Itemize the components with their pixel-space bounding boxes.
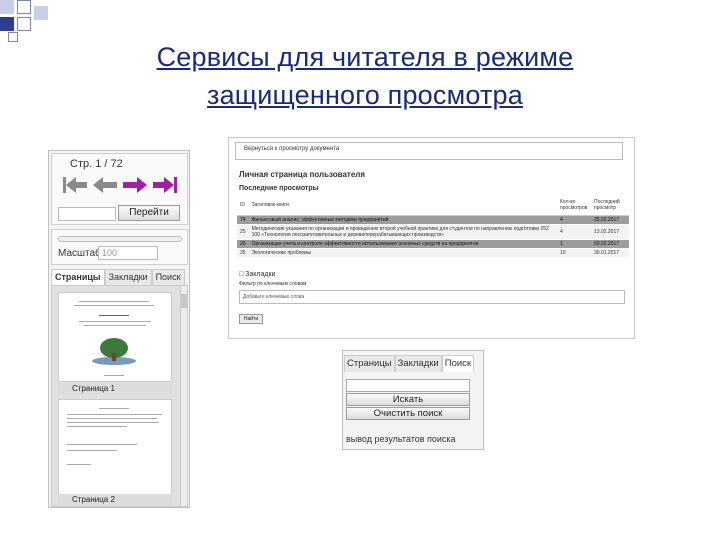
thumbnail-scrollbar[interactable] (180, 286, 187, 506)
decor-square (17, 17, 31, 31)
thumb-text-line (67, 422, 159, 423)
column-header: Заголовок книги (248, 195, 557, 216)
search-tabs: Страницы Закладки Поиск (344, 355, 475, 372)
tab-search[interactable]: Поиск (441, 355, 475, 372)
table-cell-title: Финансовый анализ: эффективные методики … (248, 215, 557, 225)
slide-title-line: Сервисы для читателя в режиме (156, 42, 574, 72)
thumb-text-line (79, 301, 149, 302)
prev-page-icon[interactable] (92, 174, 118, 196)
thumb-text-line (67, 450, 117, 451)
document-viewer-panel: Стр. 1 / 72 Перейти Масштаб: 100 Страниц (48, 150, 190, 508)
table-row[interactable]: 26 Организация учета и контроля эффективн… (237, 239, 629, 249)
tab-pages[interactable]: Страницы (344, 355, 395, 372)
table-cell-count: 4 (557, 215, 591, 225)
table-cell-title: Экологические проблемы (248, 248, 557, 258)
tab-search[interactable]: Поиск (151, 269, 185, 285)
table-cell-id: 35 (237, 248, 249, 258)
thumb-text-line (74, 305, 154, 306)
page-indicator: Стр. 1 / 72 (70, 158, 123, 170)
tab-bookmarks[interactable]: Закладки (394, 355, 442, 372)
zoom-slider[interactable] (58, 236, 182, 242)
thumb-text-line (84, 325, 146, 326)
zoom-box: Масштаб: 100 (51, 229, 188, 265)
tab-bookmarks[interactable]: Закладки (104, 269, 152, 285)
decor-square (34, 6, 48, 20)
bookmarks-filter-label: Фильтр по ключевым словам (239, 281, 307, 287)
thumb-text-line (67, 414, 162, 415)
page-navigation (62, 174, 178, 200)
bookmarks-filter-input[interactable]: Добавьте ключевые слова (239, 290, 625, 304)
search-input[interactable] (346, 379, 470, 392)
clear-search-button[interactable]: Очистить поиск (346, 407, 470, 420)
table-cell-date: 03.02.2017 (591, 239, 629, 249)
thumb-text-line (67, 418, 157, 419)
thumbnail-list: Страница 1 Страница 2 (51, 285, 188, 507)
thumbnail-caption: Страница 2 (58, 494, 172, 506)
table-cell-title: Методические указания по организации и п… (248, 224, 557, 240)
tab-pages[interactable]: Страницы (51, 269, 105, 285)
slide-title-line: защищенного просмотра (207, 80, 523, 110)
go-button[interactable]: Перейти (118, 205, 180, 221)
table-cell-date: 30.01.2017 (591, 248, 629, 258)
personal-page-panel: Вернуться к просмотру документа Личная с… (228, 137, 635, 339)
table-cell-title: Организация учета и контроля эффективнос… (248, 239, 557, 249)
recent-views-heading: Последние просмотры (239, 185, 319, 192)
thumb-text-line (99, 408, 129, 409)
table-row[interactable]: 25 Методические указания по организации и… (237, 224, 629, 240)
table-row[interactable]: 35 Экологические проблемы 10 30.01.2017 (237, 248, 629, 258)
next-page-icon[interactable] (122, 174, 148, 196)
first-page-icon[interactable] (62, 174, 88, 196)
thumb-text-line (67, 444, 137, 445)
decor-square (17, 0, 31, 14)
page-title: Личная страница пользователя (239, 170, 366, 179)
search-button[interactable]: Искать (346, 393, 470, 406)
viewer-tabs: Страницы Закладки Поиск (51, 269, 188, 285)
decor-square (0, 0, 14, 14)
breadcrumb: Вернуться к просмотру документа (235, 142, 623, 160)
thumb-text-line (67, 426, 127, 427)
zoom-input[interactable]: 100 (98, 246, 158, 260)
last-page-icon[interactable] (152, 174, 178, 196)
column-header: Кол-во просмотров (557, 195, 591, 216)
table-cell-id: 74 (237, 215, 249, 225)
table-cell-id: 25 (237, 224, 249, 240)
search-panel: Страницы Закладки Поиск Искать Очистить … (342, 350, 484, 450)
page-thumbnail[interactable] (58, 399, 172, 495)
table-cell-date: 25.02.2017 (591, 215, 629, 225)
table-cell-count: 4 (557, 224, 591, 240)
decor-square (8, 32, 18, 42)
thumbnail-caption: Страница 1 (58, 383, 172, 395)
zoom-label: Масштаб: (58, 248, 104, 259)
page-thumbnail[interactable] (58, 292, 172, 382)
slide-title: Сервисы для читателя в режиме защищенног… (60, 38, 670, 114)
decor-square (0, 17, 14, 31)
table-cell-count: 10 (557, 248, 591, 258)
navigation-box: Стр. 1 / 72 Перейти (51, 153, 188, 225)
table-row[interactable]: 74 Финансовый анализ: эффективные методик… (237, 215, 629, 225)
search-results-label: вывод результатов поиска (346, 434, 456, 444)
table-cell-id: 26 (237, 239, 249, 249)
column-header: ID (237, 195, 249, 216)
thumb-text-line (104, 375, 124, 376)
scrollbar-thumb[interactable] (181, 294, 187, 308)
column-header: Последний просмотр (591, 195, 629, 216)
thumb-text-line (67, 464, 91, 465)
recent-views-table: ID Заголовок книги Кол-во просмотров Пос… (237, 195, 629, 258)
bookmarks-heading[interactable]: □ Закладки (239, 271, 275, 278)
page-number-input[interactable] (58, 207, 116, 221)
table-cell-count: 1 (557, 239, 591, 249)
thumb-text-line (99, 315, 129, 316)
thumb-text-line (79, 321, 151, 322)
table-cell-date: 13.02.2017 (591, 224, 629, 240)
cover-image-icon (92, 338, 136, 365)
back-to-document-link[interactable]: Вернуться к просмотру документа (244, 146, 339, 152)
bookmarks-find-button[interactable]: Найти (239, 314, 263, 324)
